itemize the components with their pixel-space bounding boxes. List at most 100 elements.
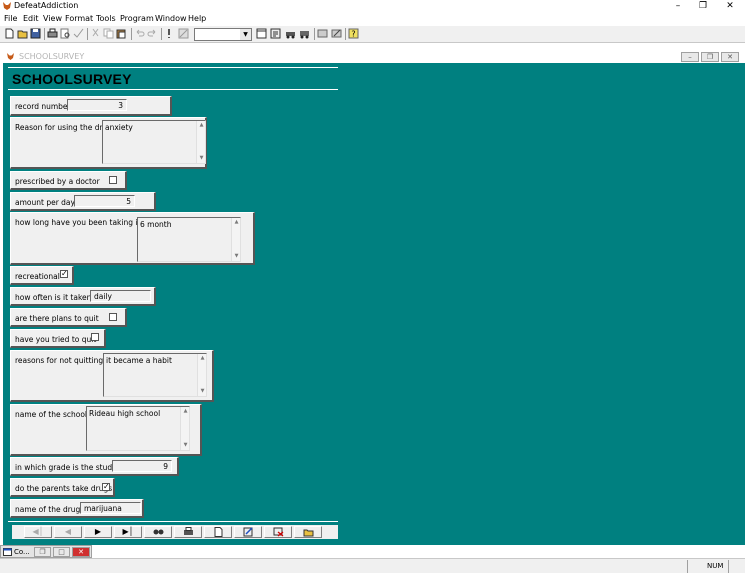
chevron-down-icon[interactable]: ▼ — [240, 29, 251, 40]
menu-window[interactable]: Window — [155, 14, 187, 23]
child-restore-button[interactable]: ❐ — [701, 52, 719, 62]
minimized-window[interactable]: Co... ❐ □ ✕ — [0, 545, 92, 558]
car-icon[interactable] — [285, 28, 296, 39]
recreational-label: recreational — [15, 272, 60, 281]
school-label: name of the school — [15, 410, 88, 419]
form-icon[interactable] — [256, 28, 267, 39]
reason-memo[interactable]: anxiety ▲ ▼ — [102, 120, 206, 164]
menu-program[interactable]: Program — [120, 14, 154, 23]
scroll-up-icon[interactable]: ▲ — [197, 121, 206, 130]
how-long-memo[interactable]: 6 month ▲ ▼ — [137, 217, 241, 262]
drugs-field[interactable]: marijuana — [80, 502, 141, 514]
menu-format[interactable]: Format — [65, 14, 93, 23]
delete-record-button[interactable] — [264, 526, 292, 538]
scroll-down-icon[interactable]: ▼ — [232, 252, 241, 261]
taskbar-restore-button[interactable]: ❐ — [34, 547, 51, 557]
previous-record-button[interactable]: ◀ — [54, 526, 82, 538]
menu-help[interactable]: Help — [188, 14, 206, 23]
last-record-button[interactable]: ▶│ — [114, 526, 142, 538]
copy-icon[interactable] — [103, 28, 114, 39]
how-often-field[interactable]: daily — [90, 290, 151, 302]
table-icon[interactable] — [317, 28, 328, 39]
cut-icon[interactable] — [90, 28, 101, 39]
reasons-not-memo[interactable]: it became a habit ▲ ▼ — [103, 353, 207, 397]
scrollbar[interactable]: ▲ ▼ — [196, 121, 205, 163]
child-window-title: SCHOOLSURVEY — [19, 52, 85, 61]
menu-file[interactable]: File — [4, 14, 17, 23]
modify-icon[interactable] — [178, 28, 189, 39]
open-icon[interactable] — [17, 28, 28, 39]
print-icon[interactable] — [47, 28, 58, 39]
reason-label: Reason for using the drug — [15, 123, 113, 132]
status-bar: NUM — [0, 558, 745, 573]
close-form-button[interactable] — [294, 526, 322, 538]
close-button[interactable]: ✕ — [719, 0, 741, 13]
tried-label: have you tried to quit — [15, 335, 97, 344]
scroll-down-icon[interactable]: ▼ — [198, 387, 207, 396]
menu-tools[interactable]: Tools — [96, 14, 116, 23]
reason-value: anxiety — [105, 123, 133, 132]
first-record-button[interactable]: ◀│ — [24, 526, 52, 538]
find-button[interactable] — [144, 526, 172, 538]
record-number-field[interactable]: 3 — [67, 99, 127, 111]
prescribed-checkbox[interactable] — [109, 176, 117, 184]
school-memo[interactable]: Rideau high school ▲ ▼ — [86, 406, 190, 451]
minimized-window-label: Co... — [14, 548, 30, 556]
help-icon[interactable]: ? — [348, 28, 359, 39]
scroll-up-icon[interactable]: ▲ — [198, 354, 207, 363]
new-icon[interactable] — [4, 28, 15, 39]
restore-button[interactable]: ❐ — [692, 0, 714, 13]
plans-checkbox[interactable] — [109, 313, 117, 321]
tried-checkbox[interactable] — [91, 333, 99, 341]
menu-bar: File Edit View Format Tools Program Wind… — [0, 13, 745, 25]
divider — [8, 521, 338, 522]
edit-icon — [243, 527, 253, 537]
form-title: SCHOOLSURVEY — [12, 71, 132, 87]
run-icon[interactable] — [164, 28, 175, 39]
edit-table-icon[interactable] — [331, 28, 342, 39]
edit-record-button[interactable] — [234, 526, 262, 538]
new-record-button[interactable] — [204, 526, 232, 538]
svg-text:?: ? — [351, 30, 355, 39]
child-window-titlebar: SCHOOLSURVEY – ❐ ✕ — [3, 50, 745, 63]
scroll-down-icon[interactable]: ▼ — [197, 154, 206, 163]
next-record-button[interactable]: ▶ — [84, 526, 112, 538]
save-icon[interactable] — [30, 28, 41, 39]
num-lock-indicator: NUM — [707, 562, 724, 570]
scroll-up-icon[interactable]: ▲ — [232, 218, 241, 227]
taskbar-close-button[interactable]: ✕ — [72, 547, 90, 557]
how-often-label: how often is it taken — [15, 293, 92, 302]
next-icon: ▶ — [94, 527, 102, 536]
vehicle-icon[interactable] — [299, 28, 310, 39]
report-icon[interactable] — [270, 28, 281, 39]
grade-field[interactable]: 9 — [112, 460, 172, 472]
child-close-button[interactable]: ✕ — [721, 52, 739, 62]
minimize-button[interactable]: – — [667, 0, 689, 13]
scroll-up-icon[interactable]: ▲ — [181, 407, 190, 416]
fox-form-icon — [7, 53, 14, 60]
taskbar-maximize-button[interactable]: □ — [53, 547, 70, 557]
redo-icon[interactable] — [147, 28, 158, 39]
scrollbar[interactable]: ▲ ▼ — [197, 354, 206, 396]
print-preview-icon[interactable] — [60, 28, 71, 39]
divider — [8, 67, 338, 68]
scrollbar[interactable]: ▲ ▼ — [231, 218, 240, 261]
print-record-button[interactable] — [174, 526, 202, 538]
menu-view[interactable]: View — [43, 14, 62, 23]
last-icon: ▶│ — [122, 527, 134, 536]
delete-icon — [273, 527, 283, 537]
undo-icon[interactable] — [134, 28, 145, 39]
record-number-label: record number — [15, 102, 71, 111]
amount-field[interactable]: 5 — [74, 195, 135, 207]
scroll-down-icon[interactable]: ▼ — [181, 441, 190, 450]
menu-edit[interactable]: Edit — [23, 14, 39, 23]
recreational-checkbox[interactable]: ✓ — [60, 270, 68, 278]
drugs-label: name of the drugs — [15, 505, 85, 514]
paste-icon[interactable] — [116, 28, 127, 39]
parents-checkbox[interactable]: ✓ — [102, 483, 110, 491]
school-value: Rideau high school — [89, 409, 161, 418]
spellcheck-icon[interactable] — [73, 28, 84, 39]
child-minimize-button[interactable]: – — [681, 52, 699, 62]
object-combo[interactable]: ▼ — [194, 28, 252, 41]
scrollbar[interactable]: ▲ ▼ — [180, 407, 189, 450]
